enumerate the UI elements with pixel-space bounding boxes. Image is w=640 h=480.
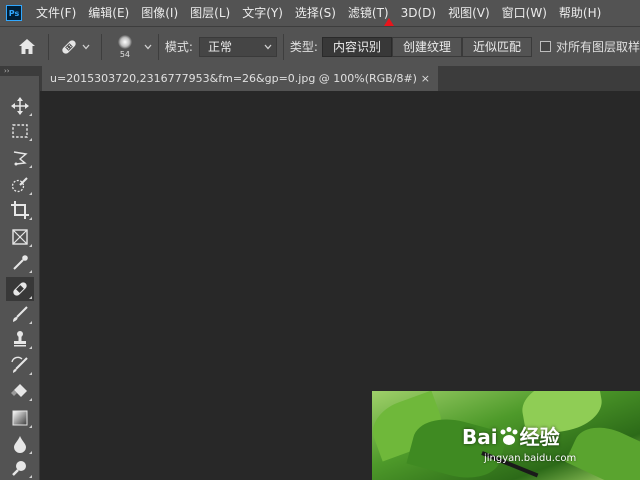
type-label: 类型: [289,40,318,54]
move-icon [11,97,29,115]
brush-tip-icon [117,34,132,49]
dodge-tool[interactable] [6,456,34,480]
close-icon[interactable]: × [421,72,430,85]
lasso-tool[interactable] [6,146,34,170]
tool-preset-picker[interactable] [55,32,95,62]
magnifier-icon [12,461,26,476]
separator [47,33,49,60]
spot-healing-brush-icon [62,39,77,54]
history-brush-tool[interactable] [6,353,34,377]
watermark-brand-tail: 经验 [519,425,560,449]
move-tool[interactable] [6,94,34,118]
menu-layer[interactable]: 图层(L) [184,0,236,26]
tools-panel [0,76,40,480]
menu-help[interactable]: 帮助(H) [553,0,607,26]
chevron-down-icon [264,44,272,49]
document-tab[interactable]: u=2015303720,2316777953&fm=26&gp=0.jpg @… [42,66,438,91]
document-image: Bai 经验 jingyan.baidu.com [372,391,640,480]
home-button[interactable] [12,32,42,62]
bandage-icon [13,282,27,296]
eyedropper-tool[interactable] [6,251,34,275]
watermark-url: jingyan.baidu.com [484,453,577,464]
watermark-brand: Bai [462,425,498,449]
home-icon [18,39,35,54]
menu-image[interactable]: 图像(I) [135,0,184,26]
type-create-texture-button[interactable]: 创建纹理 [391,36,462,57]
marquee-tool[interactable] [6,119,34,143]
paw-icon [500,427,518,445]
menu-window[interactable]: 窗口(W) [496,0,553,26]
eraser-icon [11,384,27,397]
brush-preset-picker[interactable]: 54 [108,30,142,64]
type-proximity-match-button[interactable]: 近似匹配 [461,36,532,57]
gradient-tool[interactable] [6,406,34,430]
clone-stamp-tool[interactable] [6,327,34,351]
menu-file[interactable]: 文件(F) [30,0,82,26]
mode-value: 正常 [207,40,232,54]
menu-3d[interactable]: 3D(D) [395,0,442,26]
menu-type[interactable]: 文字(Y) [236,0,289,26]
menu-bar: Ps 文件(F) 编辑(E) 图像(I) 图层(L) 文字(Y) 选择(S) 滤… [0,0,640,26]
separator [100,33,102,60]
eyedropper-icon [13,255,28,270]
type-content-aware-button[interactable]: 内容识别 [321,36,392,57]
chevron-down-icon [82,44,90,49]
eraser-tool[interactable] [6,379,34,403]
sample-all-layers-label: 对所有图层取样 [556,40,640,54]
baidu-watermark: Bai 经验 [462,421,560,450]
menu-view[interactable]: 视图(V) [442,0,496,26]
water-drop-icon [14,436,26,453]
mode-label: 模式: [164,40,193,54]
brush-tool[interactable] [6,302,34,326]
menu-select[interactable]: 选择(S) [289,0,342,26]
options-bar: 54 模式: 正常 类型: 内容识别 创建纹理 近似匹配 对所有图层取样 [0,26,640,66]
quick-selection-icon [11,177,28,193]
crop-icon [11,201,29,219]
frame-tool[interactable] [6,225,34,249]
polygonal-lasso-icon [13,151,28,166]
spot-healing-brush-tool[interactable] [6,277,34,301]
document-tab-title: u=2015303720,2316777953&fm=26&gp=0.jpg @… [50,72,417,85]
stamp-icon [14,331,26,347]
tools-panel-header[interactable]: ›› [0,66,40,76]
blur-tool[interactable] [6,432,34,456]
history-brush-icon [11,356,28,373]
photoshop-logo-icon[interactable]: Ps [6,5,22,21]
brush-icon [13,306,28,322]
sample-all-layers-checkbox[interactable] [540,41,551,52]
gradient-icon [12,410,28,426]
separator [157,33,159,60]
rectangular-marquee-icon [12,124,28,138]
mode-select[interactable]: 正常 [198,36,277,57]
separator [282,33,284,60]
menu-edit[interactable]: 编辑(E) [82,0,135,26]
brush-size-value: 54 [119,49,131,59]
frame-icon [12,229,28,245]
chevron-down-icon[interactable] [144,44,152,50]
crop-tool[interactable] [6,198,34,222]
quick-selection-tool[interactable] [6,173,34,197]
document-tab-strip: u=2015303720,2316777953&fm=26&gp=0.jpg @… [40,66,640,91]
